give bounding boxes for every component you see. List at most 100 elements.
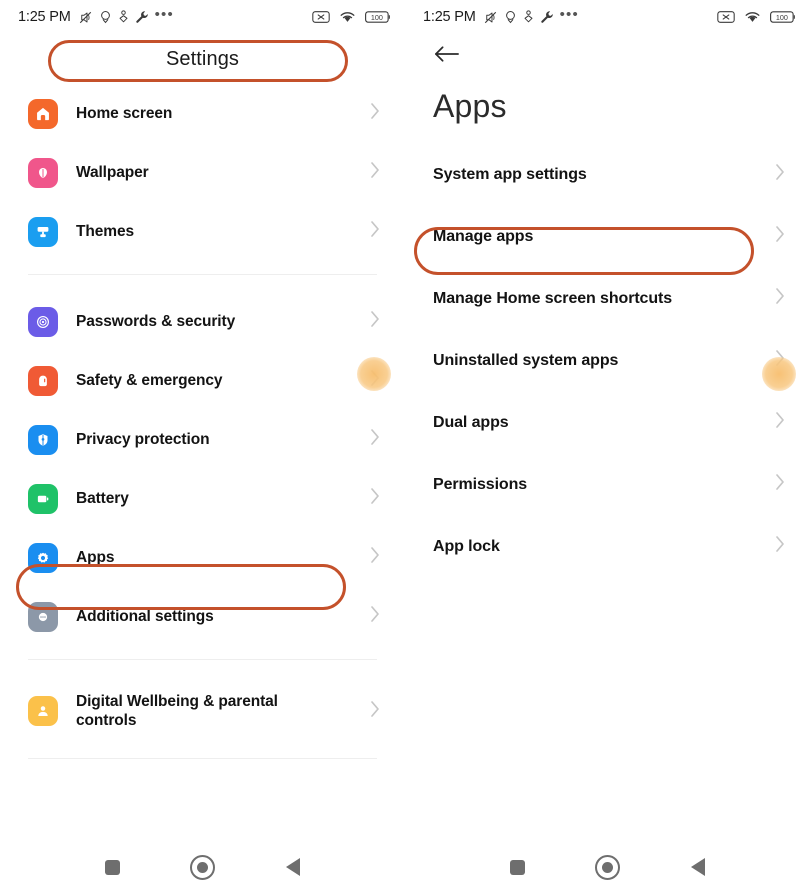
silent-mode-icon: [312, 10, 330, 24]
back-bar: [405, 34, 810, 78]
list-item-manage-home-screen-shortcuts[interactable]: Manage Home screen shortcuts: [405, 267, 810, 329]
apps-gear-icon: [28, 542, 58, 573]
navigation-bar-right: [405, 845, 810, 889]
recents-square-icon[interactable]: [105, 859, 121, 875]
sidebar-item-battery[interactable]: Battery: [0, 469, 405, 528]
settings-group-2: Passwords & security Safety & emergency: [0, 292, 405, 646]
sidebar-item-privacy-protection[interactable]: Privacy protection: [0, 410, 405, 469]
chevron-right-icon: [370, 487, 381, 510]
sidebar-item-label: Apps: [76, 549, 115, 566]
home-circle-icon[interactable]: [595, 854, 621, 880]
themes-icon: [28, 216, 58, 247]
back-arrow-icon[interactable]: [433, 44, 460, 69]
list-item-label: Manage Home screen shortcuts: [433, 289, 673, 307]
mute-vibrate-icon: [483, 10, 498, 25]
battery-settings-icon: [28, 483, 58, 514]
list-item-label: App lock: [433, 537, 500, 555]
svg-text:100: 100: [371, 13, 383, 22]
chevron-right-icon: [775, 163, 786, 186]
sidebar-item-label: Digital Wellbeing & parental controls: [76, 693, 278, 729]
list-item-permissions[interactable]: Permissions: [405, 453, 810, 515]
chevron-right-icon: [775, 411, 786, 434]
chevron-right-icon: [370, 102, 381, 125]
person-icon: [28, 696, 58, 726]
additional-settings-icon: [28, 601, 58, 632]
wifi-icon: [339, 10, 356, 24]
location-icon: [504, 10, 517, 24]
chevron-right-icon: [370, 220, 381, 243]
chevron-right-icon: [370, 161, 381, 184]
settings-group-1: Home screen Wallpaper Themes: [0, 84, 405, 261]
recents-square-icon[interactable]: [510, 859, 526, 875]
settings-screen: 1:25 PM ••• 100 Settings Home screen Wal…: [0, 0, 405, 889]
sidebar-item-label: Additional settings: [76, 608, 214, 625]
group-divider: [28, 758, 377, 759]
sidebar-item-digital-wellbeing[interactable]: Digital Wellbeing & parental controls: [0, 677, 405, 745]
more-dots-icon: •••: [154, 5, 174, 23]
wrench-icon: [540, 10, 554, 24]
chevron-right-icon: [370, 700, 381, 723]
apps-list: System app settings Manage apps Manage H…: [405, 143, 810, 577]
list-item-uninstalled-system-apps[interactable]: Uninstalled system apps: [405, 329, 810, 391]
list-item-app-lock[interactable]: App lock: [405, 515, 810, 577]
back-triangle-icon[interactable]: [690, 858, 705, 876]
sidebar-item-themes[interactable]: Themes: [0, 202, 405, 261]
sidebar-item-additional-settings[interactable]: Additional settings: [0, 587, 405, 646]
fingerprint-icon: [28, 306, 58, 337]
status-bar-left-icons: 1:25 PM •••: [423, 5, 579, 26]
svg-text:100: 100: [776, 13, 788, 22]
sidebar-item-label: Wallpaper: [76, 164, 149, 181]
sidebar-item-apps[interactable]: Apps: [0, 528, 405, 587]
battery-icon: 100: [770, 10, 796, 24]
wifi-icon: [744, 10, 761, 24]
list-item-label: Uninstalled system apps: [433, 351, 619, 369]
navigation-bar-left: [0, 845, 405, 889]
chevron-right-icon: [370, 310, 381, 333]
sidebar-item-label: Themes: [76, 223, 134, 240]
chevron-right-icon: [775, 535, 786, 558]
sos-icon: [28, 365, 58, 396]
sidebar-item-label: Privacy protection: [76, 431, 210, 448]
chevron-right-icon: [370, 428, 381, 451]
list-item-label: Manage apps: [433, 227, 534, 245]
status-bar-right-icons: 100: [312, 10, 391, 24]
sidebar-item-passwords-security[interactable]: Passwords & security: [0, 292, 405, 351]
sidebar-item-home-screen[interactable]: Home screen: [0, 84, 405, 143]
chevron-right-icon: [775, 287, 786, 310]
status-bar-clock: 1:25 PM: [423, 9, 476, 25]
settings-page-title: Settings: [0, 34, 405, 84]
sidebar-item-wallpaper[interactable]: Wallpaper: [0, 143, 405, 202]
status-bar-right-icons: 100: [717, 10, 796, 24]
bluetooth-audio-icon: [523, 10, 534, 24]
page-title: Apps: [433, 88, 507, 124]
chevron-right-icon: [370, 546, 381, 569]
back-triangle-icon[interactable]: [285, 858, 300, 876]
wallpaper-icon: [28, 157, 58, 188]
sidebar-item-label: Battery: [76, 490, 129, 507]
status-bar-clock: 1:25 PM: [18, 9, 71, 25]
list-item-system-app-settings[interactable]: System app settings: [405, 143, 810, 205]
list-item-manage-apps[interactable]: Manage apps: [405, 205, 810, 267]
mute-vibrate-icon: [78, 10, 93, 25]
sidebar-item-safety-emergency[interactable]: Safety & emergency: [0, 351, 405, 410]
sidebar-item-label: Home screen: [76, 105, 173, 122]
home-screen-icon: [28, 98, 58, 129]
battery-icon: 100: [365, 10, 391, 24]
list-item-dual-apps[interactable]: Dual apps: [405, 391, 810, 453]
bluetooth-audio-icon: [118, 10, 129, 24]
status-bar-left-icons: 1:25 PM •••: [18, 5, 174, 26]
settings-group-3: Digital Wellbeing & parental controls: [0, 677, 405, 745]
screenshot-pair: 1:25 PM ••• 100 Settings Home screen Wal…: [0, 0, 810, 889]
more-dots-icon: •••: [559, 5, 579, 23]
settings-title-text: Settings: [165, 47, 240, 70]
home-circle-icon[interactable]: [190, 854, 216, 880]
location-icon: [99, 10, 112, 24]
status-bar-right: 1:25 PM ••• 100: [405, 0, 810, 34]
sidebar-item-label: Passwords & security: [76, 313, 236, 330]
list-item-label: System app settings: [433, 165, 587, 183]
